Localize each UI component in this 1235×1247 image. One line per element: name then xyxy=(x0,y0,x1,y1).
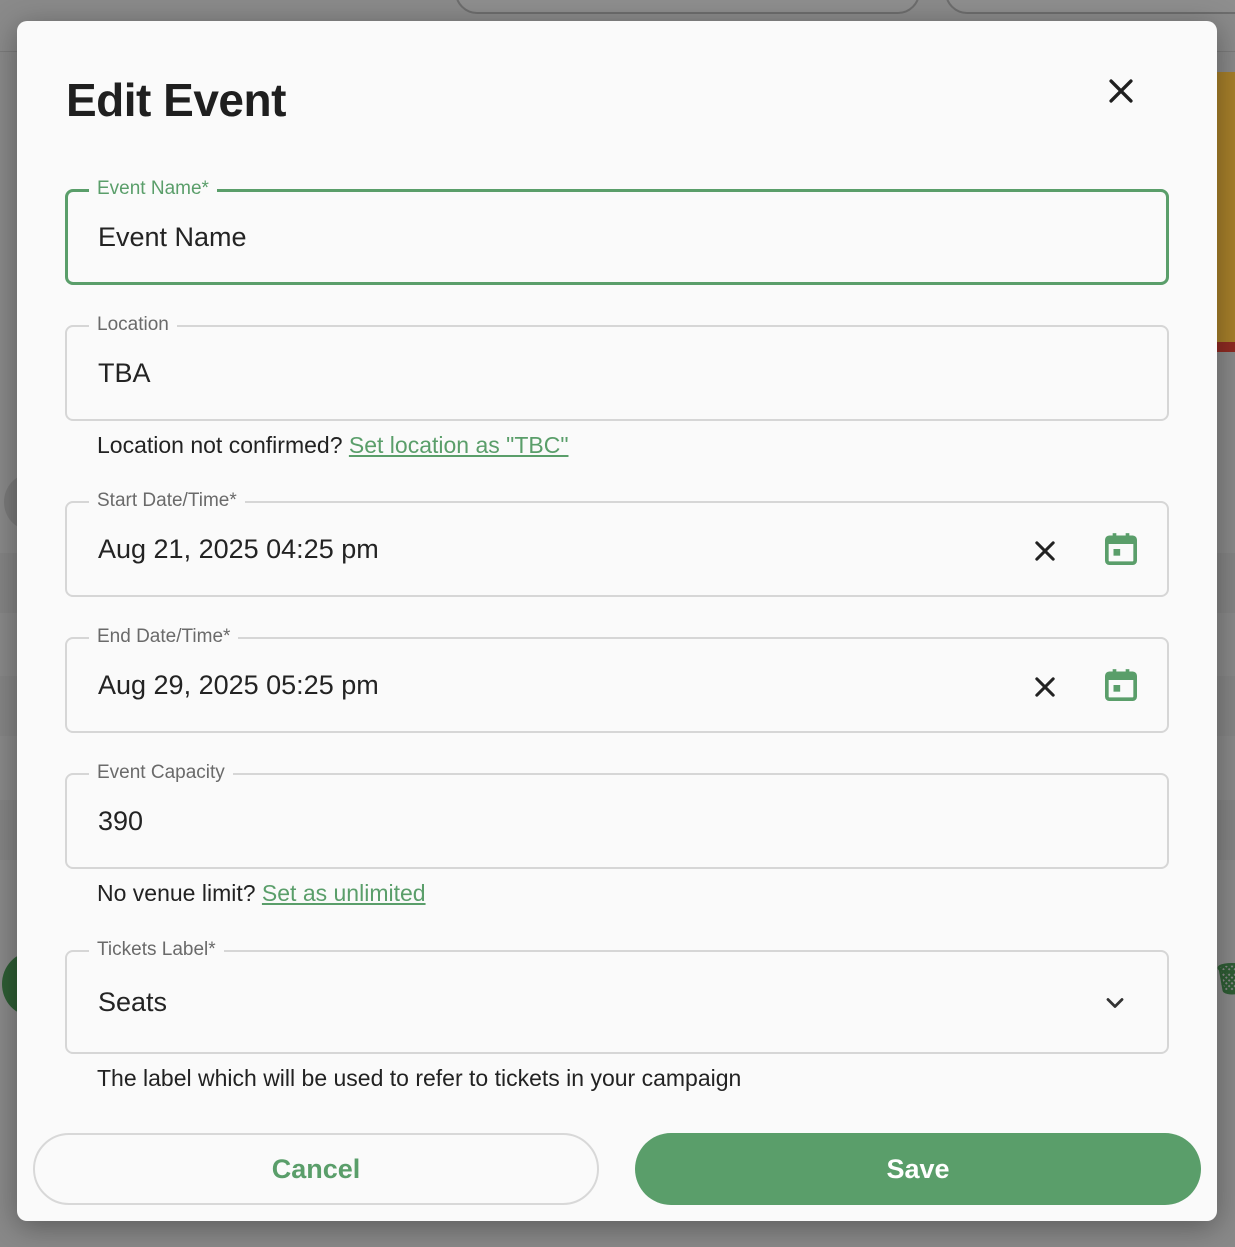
close-icon xyxy=(1109,79,1133,103)
tickets-label-select[interactable]: Tickets Label* Seats xyxy=(65,938,1169,1054)
event-capacity-label: Event Capacity xyxy=(89,761,233,785)
event-capacity-field[interactable]: Event Capacity 390 xyxy=(65,761,1169,869)
calendar-icon xyxy=(1105,533,1137,565)
cancel-button[interactable]: Cancel xyxy=(33,1133,599,1205)
start-datetime-field[interactable]: Start Date/Time* Aug 21, 2025 04:25 pm xyxy=(65,489,1169,597)
tickets-label-label: Tickets Label* xyxy=(89,938,224,962)
start-calendar-button[interactable] xyxy=(1099,527,1143,571)
background-poster xyxy=(1215,72,1235,352)
location-input[interactable]: TBA xyxy=(98,356,151,390)
end-calendar-button[interactable] xyxy=(1099,663,1143,707)
calendar-icon xyxy=(1105,669,1137,701)
clear-icon xyxy=(1035,541,1055,561)
end-datetime-field[interactable]: End Date/Time* Aug 29, 2025 05:25 pm xyxy=(65,625,1169,733)
dialog-title: Edit Event xyxy=(66,74,286,126)
edit-event-dialog: Edit Event Event Name* Event Name Locati… xyxy=(17,21,1217,1221)
capacity-helper: No venue limit? Set as unlimited xyxy=(97,878,426,908)
tickets-label-dropdown[interactable] xyxy=(1097,985,1133,1021)
start-datetime-input[interactable]: Aug 21, 2025 04:25 pm xyxy=(98,532,379,566)
tickets-label-helper: The label which will be used to refer to… xyxy=(97,1065,742,1091)
save-button[interactable]: Save xyxy=(635,1133,1201,1205)
set-location-tbc-link[interactable]: Set location as "TBC" xyxy=(349,432,569,458)
tickets-label-value[interactable]: Seats xyxy=(98,985,167,1019)
location-label: Location xyxy=(89,313,177,337)
background-pill xyxy=(945,0,1235,14)
event-name-input[interactable]: Event Name xyxy=(98,220,247,254)
close-button[interactable] xyxy=(1099,69,1143,113)
end-datetime-label: End Date/Time* xyxy=(89,625,239,649)
background-search-pill xyxy=(455,0,920,14)
clear-icon xyxy=(1035,677,1055,697)
location-helper: Location not confirmed? Set location as … xyxy=(97,430,568,460)
end-datetime-input[interactable]: Aug 29, 2025 05:25 pm xyxy=(98,668,379,702)
clear-end-button[interactable] xyxy=(1025,667,1065,707)
location-field[interactable]: Location TBA xyxy=(65,313,1169,421)
set-unlimited-link[interactable]: Set as unlimited xyxy=(262,880,426,906)
event-capacity-input[interactable]: 390 xyxy=(98,804,143,838)
chevron-down-icon xyxy=(1106,998,1124,1008)
start-datetime-label: Start Date/Time* xyxy=(89,489,245,513)
event-name-label: Event Name* xyxy=(89,177,217,201)
capacity-helper-text: No venue limit? xyxy=(97,880,262,906)
location-helper-text: Location not confirmed? xyxy=(97,432,349,458)
event-name-field[interactable]: Event Name* Event Name xyxy=(65,177,1169,285)
clear-start-button[interactable] xyxy=(1025,531,1065,571)
